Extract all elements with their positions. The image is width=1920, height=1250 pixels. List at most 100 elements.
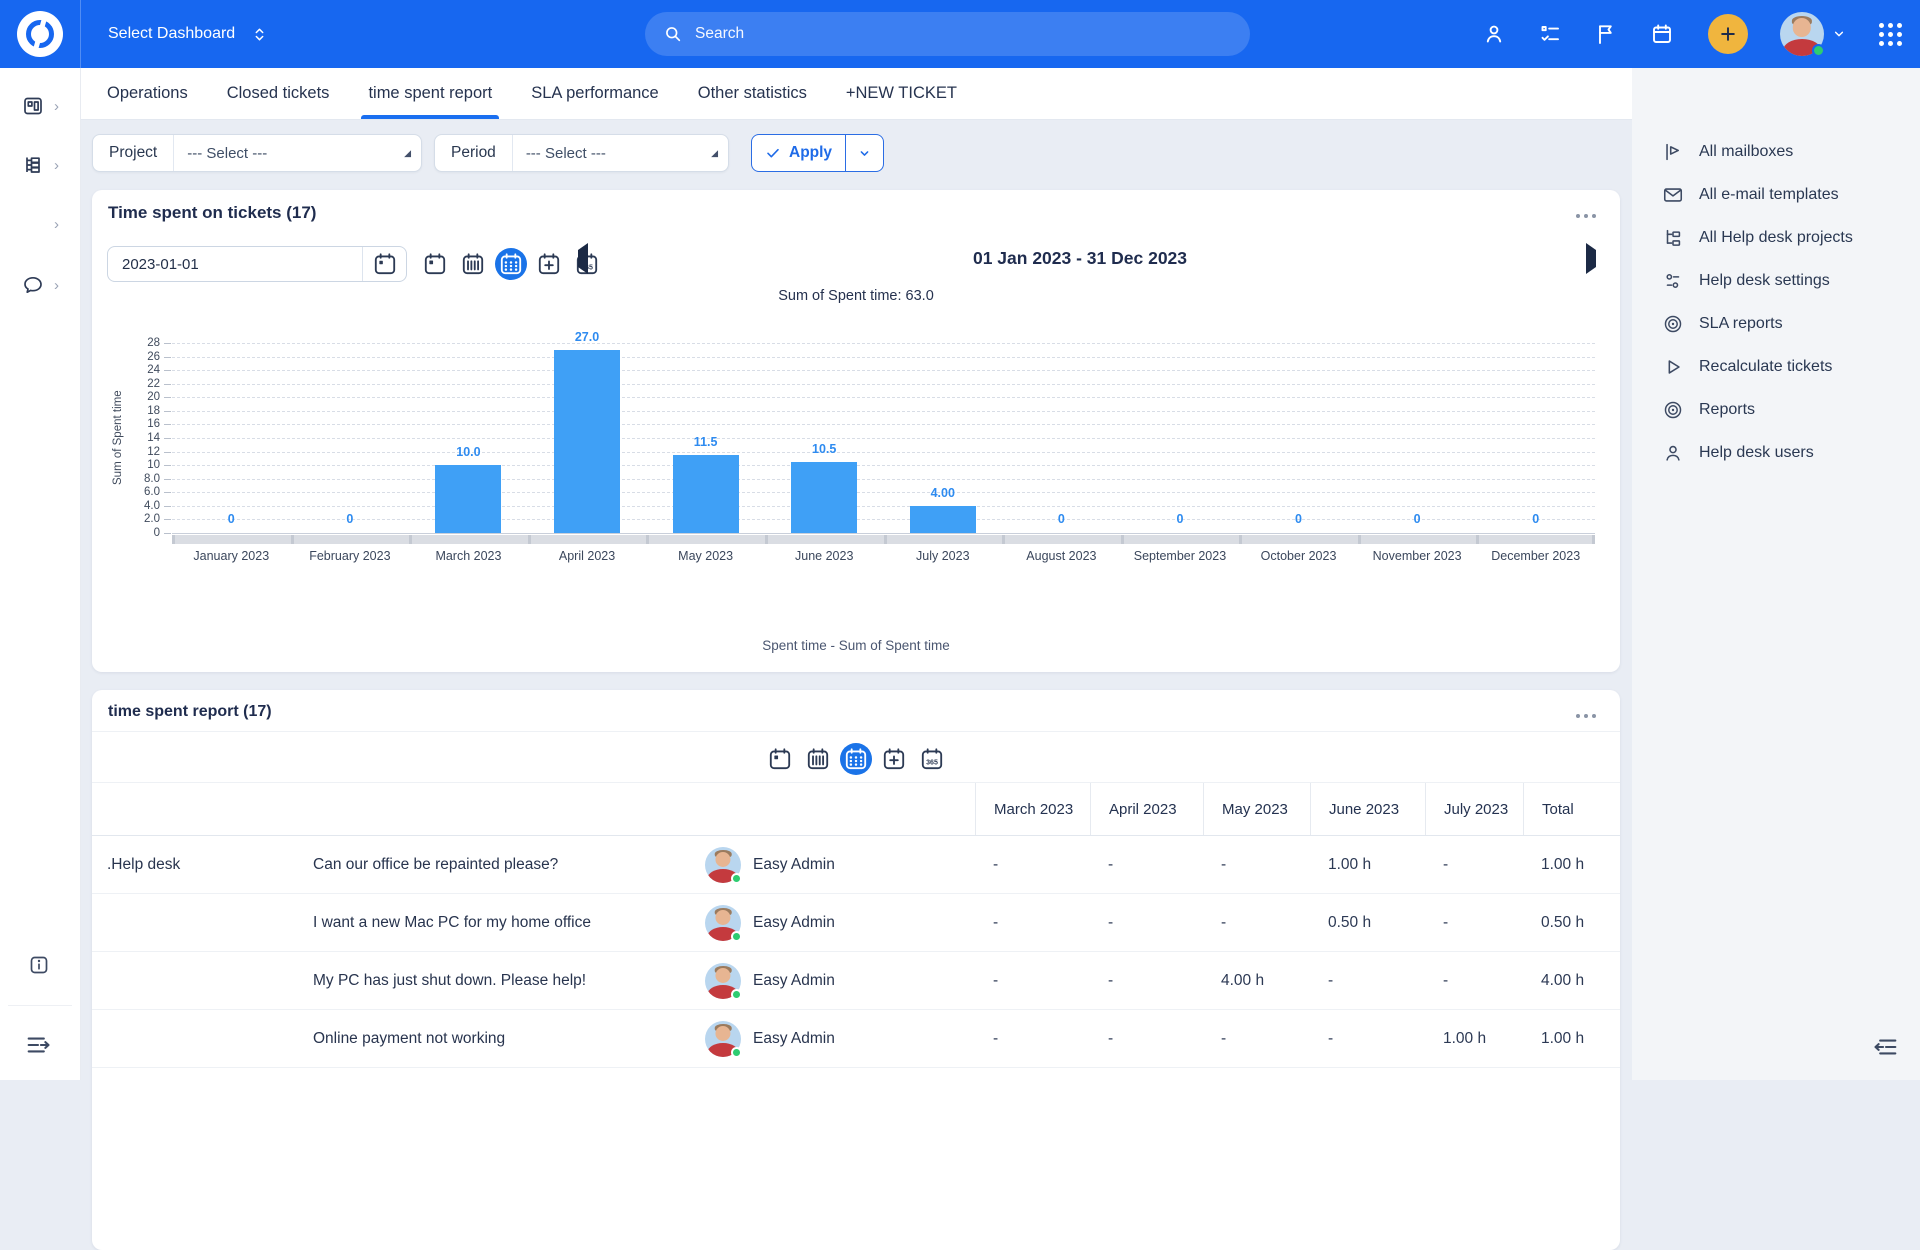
apps-grid-icon[interactable] — [1879, 23, 1902, 46]
gridline — [172, 370, 1595, 371]
bar-may-2023 — [673, 455, 739, 533]
bar-value-label: 0 — [1532, 512, 1539, 526]
table-row: .Help deskCan our office be repainted pl… — [92, 836, 1620, 894]
calendar-month-icon[interactable] — [840, 743, 872, 775]
calendar-year-icon[interactable]: 365 — [916, 743, 948, 775]
right-sidebar-expand-button[interactable] — [1872, 1033, 1900, 1066]
cell-month-value: - — [1090, 856, 1203, 874]
sidebar-item-all-help-desk-projects[interactable]: All Help desk projects — [1632, 216, 1920, 259]
bar-value-label: 0 — [1058, 512, 1065, 526]
panel-title: time spent report (17) — [108, 703, 272, 721]
calendar-icon[interactable] — [1650, 22, 1674, 46]
calendar-week-icon[interactable] — [457, 248, 489, 280]
date-input[interactable] — [108, 256, 362, 273]
cell-ticket-subject[interactable]: Online payment not working — [300, 1030, 692, 1048]
panel-menu-button[interactable] — [1572, 210, 1600, 222]
tab-other-statistics[interactable]: Other statistics — [698, 68, 807, 119]
tab-closed-tickets[interactable]: Closed tickets — [227, 68, 330, 119]
tasks-checklist-icon[interactable] — [1538, 22, 1562, 46]
sidebar-expand-button[interactable] — [24, 1031, 52, 1064]
cell-ticket-subject[interactable]: Can our office be repainted please? — [300, 856, 692, 874]
user-icon — [1662, 442, 1684, 464]
calendar-picker-icon[interactable] — [362, 247, 406, 281]
user-menu[interactable] — [1780, 12, 1847, 56]
y-tick-label: 28 — [147, 337, 160, 349]
x-axis-label: January 2023 — [193, 549, 269, 563]
x-band-separator — [765, 535, 768, 544]
gridline — [172, 357, 1595, 358]
x-band-separator — [1121, 535, 1124, 544]
cell-month-value: - — [975, 914, 1090, 932]
calendar-day-icon[interactable] — [764, 743, 796, 775]
search-input[interactable] — [693, 24, 1232, 44]
project-filter-label: Project — [93, 135, 174, 171]
cell-ticket-subject[interactable]: I want a new Mac PC for my home office — [300, 914, 692, 932]
sidebar-item-projects[interactable]: › — [21, 153, 59, 177]
panel-menu-button[interactable] — [1572, 710, 1600, 722]
header-cell-may-2023: May 2023 — [1203, 783, 1310, 835]
x-axis-label: September 2023 — [1134, 549, 1226, 563]
sidebar-item-chat[interactable]: › — [21, 273, 59, 297]
gridline — [172, 452, 1595, 453]
y-tick-label: 0 — [154, 527, 160, 539]
calendar-add-icon[interactable] — [533, 248, 565, 280]
sidebar-item-reports[interactable]: Reports — [1632, 388, 1920, 431]
plus-icon — [1718, 24, 1738, 44]
chevron-down-icon[interactable] — [1831, 26, 1847, 42]
y-tick-label: 14 — [147, 432, 160, 444]
x-axis-label: March 2023 — [435, 549, 501, 563]
apply-dropdown-button[interactable] — [846, 135, 883, 171]
cell-ticket-subject[interactable]: My PC has just shut down. Please help! — [300, 972, 692, 990]
sidebar-item-sla-reports[interactable]: SLA reports — [1632, 302, 1920, 345]
sidebar-item-more[interactable]: › — [21, 212, 59, 236]
bar-april-2023 — [554, 350, 620, 533]
next-period-button[interactable] — [1586, 250, 1596, 268]
calendar-day-icon[interactable] — [419, 248, 451, 280]
tab-label: +NEW TICKET — [846, 84, 957, 103]
table-row: My PC has just shut down. Please help!Ea… — [92, 952, 1620, 1010]
sidebar-item-recalculate-tickets[interactable]: Recalculate tickets — [1632, 345, 1920, 388]
calendar-week-icon[interactable] — [802, 743, 834, 775]
sidebar-item-label: Help desk settings — [1699, 272, 1830, 290]
sidebar-item-dashboards[interactable]: › — [21, 94, 59, 118]
header-cell-empty — [300, 783, 692, 835]
y-tick-mark — [164, 452, 171, 453]
bar-value-label: 10.0 — [456, 445, 480, 459]
project-select[interactable]: --- Select --- ◢ — [174, 135, 421, 171]
sidebar-item-help-desk-users[interactable]: Help desk users — [1632, 431, 1920, 474]
expand-menu-icon — [24, 1031, 52, 1059]
apply-button[interactable]: Apply — [752, 135, 846, 171]
header-cell-empty — [692, 783, 975, 835]
x-axis-label: August 2023 — [1026, 549, 1096, 563]
app-logo[interactable] — [17, 11, 63, 57]
cell-month-value: - — [1203, 914, 1310, 932]
sidebar-item-all-e-mail-templates[interactable]: All e-mail templates — [1632, 173, 1920, 216]
svg-text:365: 365 — [926, 759, 938, 766]
calendar-month-icon[interactable] — [495, 248, 527, 280]
flag-icon[interactable] — [1594, 22, 1618, 46]
search-bar[interactable] — [645, 12, 1250, 56]
dashboard-selector-label: Select Dashboard — [108, 25, 235, 43]
dashboard-selector[interactable]: Select Dashboard — [108, 0, 268, 68]
y-tick-label: 6.0 — [144, 486, 160, 498]
chevron-right-icon: › — [54, 278, 59, 293]
previous-period-button[interactable] — [578, 250, 588, 268]
user-profile-icon[interactable] — [1482, 22, 1506, 46]
sidebar-item-help-desk-settings[interactable]: Help desk settings — [1632, 259, 1920, 302]
tab-sla-performance[interactable]: SLA performance — [531, 68, 659, 119]
bar-value-label: 4.00 — [931, 486, 955, 500]
info-icon — [27, 953, 51, 977]
x-axis-label: April 2023 — [559, 549, 615, 563]
sidebar-item-all-mailboxes[interactable]: All mailboxes — [1632, 130, 1920, 173]
y-tick-mark — [164, 384, 171, 385]
period-filter-group: Period --- Select --- ◢ — [434, 134, 729, 172]
add-new-button[interactable] — [1708, 14, 1748, 54]
calendar-add-icon[interactable] — [878, 743, 910, 775]
info-button[interactable] — [27, 953, 51, 982]
tab-operations[interactable]: Operations — [107, 68, 188, 119]
avatar[interactable] — [1780, 12, 1824, 56]
x-axis-label: July 2023 — [916, 549, 970, 563]
tab-new-ticket[interactable]: +NEW TICKET — [846, 68, 957, 119]
period-select[interactable]: --- Select --- ◢ — [513, 135, 728, 171]
tab-time-spent-report[interactable]: time spent report — [368, 68, 492, 119]
